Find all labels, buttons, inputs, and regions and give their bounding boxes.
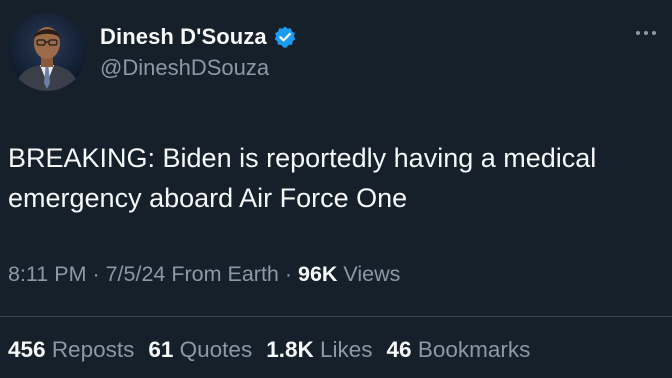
avatar[interactable] [8, 13, 86, 91]
tweet-text-line-1: BREAKING: Biden is reportedly having a m… [8, 143, 597, 173]
more-options-icon[interactable] [636, 26, 664, 40]
tweet-card: Dinesh D'Souza @DineshDSouza BREAKING: B… [0, 0, 672, 378]
author-display-name[interactable]: Dinesh D'Souza [100, 24, 267, 50]
meta-separator: · [278, 262, 298, 286]
quotes-stat[interactable]: 61 Quotes [148, 337, 252, 362]
bookmarks-count: 46 [386, 337, 412, 362]
profile-photo [14, 27, 80, 91]
meta-separator: · [86, 262, 106, 286]
reposts-stat[interactable]: 456 Reposts [8, 337, 134, 362]
tweet-text: BREAKING: Biden is reportedly having a m… [8, 138, 663, 218]
quotes-count: 61 [148, 337, 174, 362]
views-count[interactable]: 96K [298, 262, 337, 286]
author-name-row: Dinesh D'Souza [100, 22, 297, 52]
quotes-label: Quotes [179, 337, 253, 362]
views-label: Views [337, 262, 401, 286]
likes-label: Likes [320, 337, 373, 362]
likes-count: 1.8K [266, 337, 314, 362]
engagement-stats: 456 Reposts 61 Quotes 1.8K Likes 46 Bookmar… [8, 337, 544, 363]
tweet-meta: 8:11 PM · 7/5/24 From Earth · 96K Views [8, 262, 400, 287]
tweet-time[interactable]: 8:11 PM [8, 262, 86, 286]
reposts-label: Reposts [51, 337, 135, 362]
bookmarks-stat[interactable]: 46 Bookmarks [387, 337, 531, 362]
bookmarks-label: Bookmarks [417, 337, 531, 362]
tweet-text-line-2: emergency aboard Air Force One [8, 183, 408, 213]
likes-stat[interactable]: 1.8K Likes [266, 337, 372, 362]
reposts-count: 456 [8, 337, 46, 362]
verified-badge-icon[interactable] [273, 25, 297, 49]
tweet-source: From Earth [165, 262, 279, 286]
tweet-date[interactable]: 7/5/24 [106, 262, 166, 286]
author-handle[interactable]: @DineshDSouza [100, 55, 269, 81]
divider [0, 316, 672, 317]
